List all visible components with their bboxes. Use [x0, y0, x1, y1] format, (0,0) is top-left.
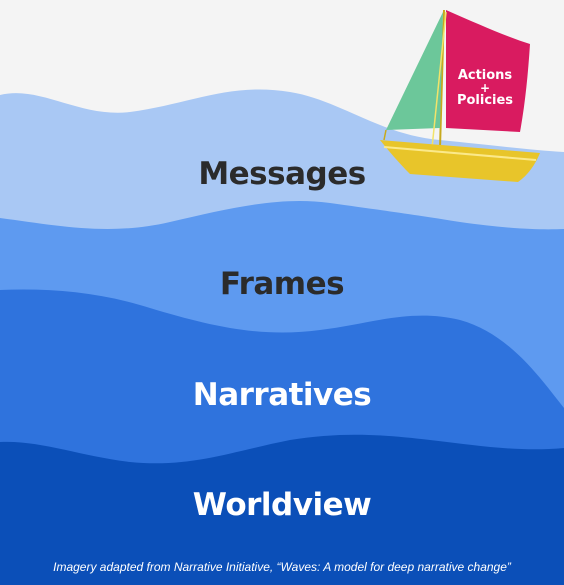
waves-diagram: Actions + Policies Messages Frames Narra… [0, 0, 564, 585]
sail-label-plus: + [479, 81, 491, 95]
layer-label-frames: Frames [219, 266, 345, 302]
layer-label-worldview: Worldview [192, 487, 372, 523]
layer-label-messages: Messages [198, 156, 366, 192]
image-credit-caption: Imagery adapted from Narrative Initiativ… [53, 560, 511, 574]
sail-label: Actions + Policies [448, 68, 522, 108]
sail-label-policies: Policies [456, 93, 514, 108]
layer-label-narratives: Narratives [192, 377, 372, 413]
